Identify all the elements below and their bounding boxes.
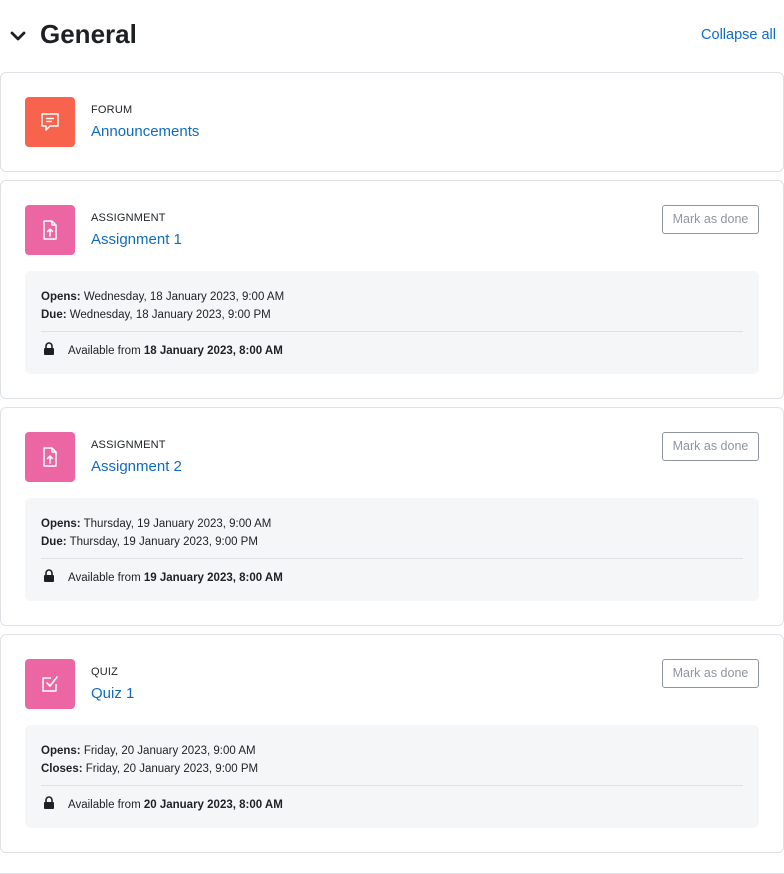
activity-dates-panel: Opens: Thursday, 19 January 2023, 9:00 A… (25, 498, 759, 601)
date-label: Opens: (41, 291, 81, 303)
date-value: Thursday, 19 January 2023, 9:00 AM (83, 518, 272, 530)
date-value: Wednesday, 18 January 2023, 9:00 PM (69, 309, 271, 321)
activity-dates-panel: Opens: Friday, 20 January 2023, 9:00 AM … (25, 725, 759, 828)
activity-link[interactable]: Assignment 2 (91, 457, 182, 477)
lock-icon (44, 796, 54, 809)
date-label: Closes: (41, 763, 83, 775)
activity-card-assignment-2: ASSIGNMENT Assignment 2 Mark as done Ope… (0, 407, 784, 626)
date-label: Due: (41, 309, 67, 321)
close-date: Closes: Friday, 20 January 2023, 9:00 PM (41, 762, 258, 776)
activity-link[interactable]: Announcements (91, 122, 199, 142)
assignment-icon (25, 205, 75, 255)
activity-card-forum: FORUM Announcements (0, 72, 784, 172)
availability-date: 20 January 2023, 8:00 AM (143, 799, 283, 811)
activity-link[interactable]: Quiz 1 (91, 684, 134, 704)
activity-link[interactable]: Assignment 1 (91, 230, 182, 250)
mark-as-done-button[interactable]: Mark as done (662, 432, 759, 461)
chevron-down-icon[interactable] (9, 27, 27, 45)
due-date: Due: Thursday, 19 January 2023, 9:00 PM (41, 535, 258, 549)
open-date: Opens: Wednesday, 18 January 2023, 9:00 … (41, 290, 284, 304)
divider (41, 331, 743, 332)
activity-type: ASSIGNMENT (91, 212, 166, 224)
availability-date: 19 January 2023, 8:00 AM (143, 572, 283, 584)
activity-card-assignment-1: ASSIGNMENT Assignment 1 Mark as done Ope… (0, 180, 784, 399)
collapse-all-link[interactable]: Collapse all (701, 26, 776, 44)
assignment-icon (25, 432, 75, 482)
date-label: Opens: (41, 518, 81, 530)
mark-as-done-button[interactable]: Mark as done (662, 205, 759, 234)
availability-date: 18 January 2023, 8:00 AM (143, 345, 283, 357)
date-value: Wednesday, 18 January 2023, 9:00 AM (83, 291, 285, 303)
forum-icon (25, 97, 75, 147)
availability-restriction: Available from 18 January 2023, 8:00 AM (68, 344, 283, 358)
mark-as-done-button[interactable]: Mark as done (662, 659, 759, 688)
availability-restriction: Available from 19 January 2023, 8:00 AM (68, 571, 283, 585)
date-label: Opens: (41, 745, 81, 757)
date-value: Thursday, 19 January 2023, 9:00 PM (69, 536, 258, 548)
date-value: Friday, 20 January 2023, 9:00 PM (85, 763, 259, 775)
availability-prefix: Available from (68, 345, 141, 357)
open-date: Opens: Friday, 20 January 2023, 9:00 AM (41, 744, 256, 758)
quiz-icon (25, 659, 75, 709)
section-header: General Collapse all (0, 0, 784, 72)
activity-card-quiz-1: QUIZ Quiz 1 Mark as done Opens: Friday, … (0, 634, 784, 853)
availability-prefix: Available from (68, 572, 141, 584)
open-date: Opens: Thursday, 19 January 2023, 9:00 A… (41, 517, 271, 531)
activity-type: FORUM (91, 104, 133, 116)
lock-icon (44, 342, 54, 355)
lock-icon (44, 569, 54, 582)
section-title: General (40, 19, 137, 49)
availability-prefix: Available from (68, 799, 141, 811)
availability-restriction: Available from 20 January 2023, 8:00 AM (68, 798, 283, 812)
activity-dates-panel: Opens: Wednesday, 18 January 2023, 9:00 … (25, 271, 759, 374)
divider (41, 785, 743, 786)
divider (41, 558, 743, 559)
date-label: Due: (41, 536, 67, 548)
date-value: Friday, 20 January 2023, 9:00 AM (83, 745, 256, 757)
activity-type: ASSIGNMENT (91, 439, 166, 451)
activity-type: QUIZ (91, 666, 119, 678)
due-date: Due: Wednesday, 18 January 2023, 9:00 PM (41, 308, 271, 322)
